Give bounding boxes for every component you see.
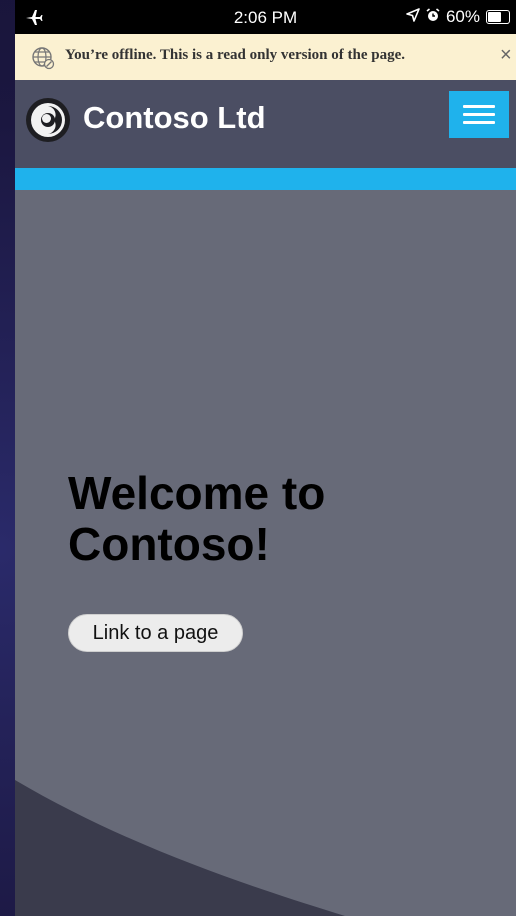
globe-offline-icon [31, 46, 55, 70]
brand-name[interactable]: Contoso Ltd [83, 100, 266, 136]
alarm-clock-icon [426, 7, 440, 27]
offline-banner: You’re offline. This is a read only vers… [15, 34, 516, 80]
app-screen: 2:06 PM 60% You’re offline. This is a re… [0, 0, 516, 916]
link-to-page-button[interactable]: Link to a page [68, 614, 243, 652]
battery-level-fill [488, 12, 502, 22]
location-arrow-icon [406, 7, 420, 27]
battery-icon [486, 10, 510, 24]
menu-bar-top [463, 105, 495, 108]
site-header: Contoso Ltd [15, 80, 516, 168]
menu-bar-bottom [463, 121, 495, 124]
menu-bar-middle [463, 113, 495, 116]
hero-section: Welcome to Contoso! Link to a page [15, 190, 516, 916]
offline-message: You’re offline. This is a read only vers… [65, 47, 406, 63]
status-indicators: 60% [406, 6, 510, 28]
close-icon[interactable]: × [500, 44, 516, 66]
contoso-logo-icon[interactable] [25, 97, 71, 143]
hero-title: Welcome to Contoso! [68, 467, 326, 570]
battery-percentage: 60% [445, 7, 480, 26]
header-accent-strip [15, 168, 516, 190]
hamburger-menu-button[interactable] [449, 91, 509, 138]
status-bar: 2:06 PM 60% [15, 0, 516, 34]
